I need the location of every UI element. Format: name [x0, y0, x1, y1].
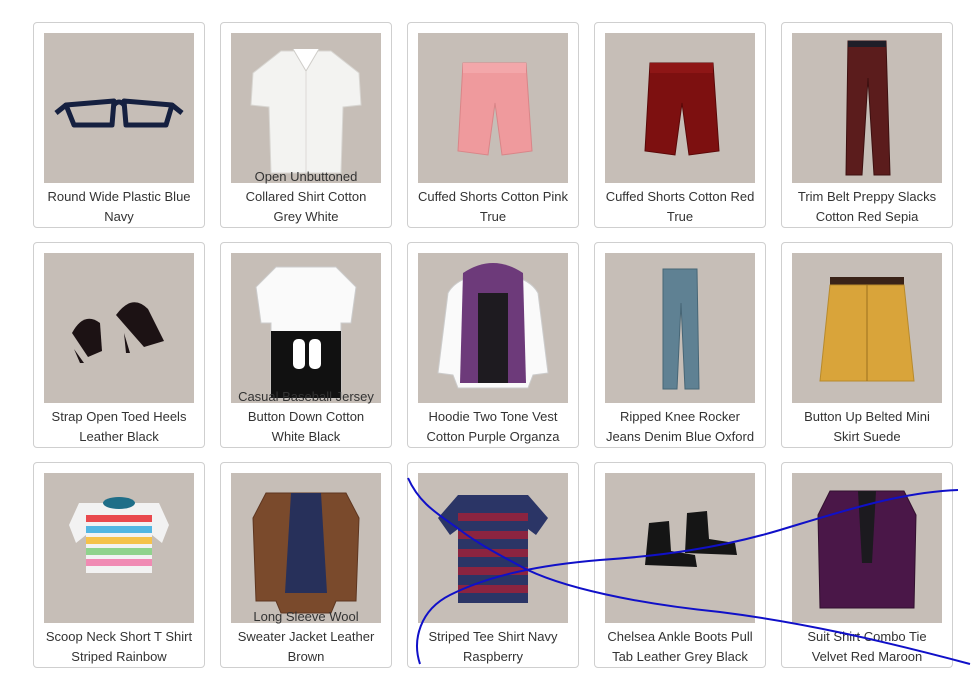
product-card[interactable]: Chelsea Ankle Boots Pull Tab Leather Grey… — [594, 462, 766, 668]
product-card[interactable]: Long Sleeve Wool Sweater Jacket Leather Br… — [220, 462, 392, 668]
caption-line: Tab Leather Grey Black — [612, 649, 748, 664]
clothing-grid: Round Wide Plastic Blue Navy Open Unbutto… — [0, 0, 971, 677]
product-card[interactable]: Scoop Neck Short T Shirt Striped Rainbow — [33, 462, 205, 668]
red-shorts-icon[interactable] — [605, 33, 755, 183]
heels-icon[interactable] — [44, 253, 194, 403]
product-card[interactable]: Cuffed Shorts Cotton Pink True — [407, 22, 579, 228]
product-card[interactable]: Cuffed Shorts Cotton Red True — [594, 22, 766, 228]
ripped-jeans-icon[interactable] — [605, 253, 755, 403]
product-caption: Striped Tee Shirt Navy Raspberry — [410, 627, 576, 667]
caption-line: Jeans Denim Blue Oxford — [605, 429, 755, 444]
product-card[interactable]: Button Up Belted Mini Skirt Suede — [781, 242, 953, 448]
glasses-icon[interactable] — [44, 33, 194, 183]
product-caption: Round Wide Plastic Blue Navy — [36, 187, 202, 227]
caption-line: Leather Black — [79, 429, 159, 444]
caption-line: Suit Shirt Combo Tie — [807, 629, 927, 644]
caption-line: Button Up Belted Mini — [804, 409, 930, 424]
product-caption: Ripped Knee Rocker Jeans Denim Blue Oxfor… — [597, 407, 763, 447]
product-card[interactable]: Trim Belt Preppy Slacks Cotton Red Sepia — [781, 22, 953, 228]
product-card[interactable]: Casual Baseball Jersey Button Down Cotton… — [220, 242, 392, 448]
caption-line: Collared Shirt Cotton — [245, 189, 367, 204]
caption-line: Velvet Red Maroon — [811, 649, 923, 664]
product-card[interactable]: Striped Tee Shirt Navy Raspberry — [407, 462, 579, 668]
caption-line: Long Sleeve Wool — [253, 609, 359, 624]
caption-line: Open Unbuttoned — [254, 169, 358, 184]
hoodie-vest-icon[interactable] — [418, 253, 568, 403]
product-card[interactable]: Open Unbuttoned Collared Shirt Cotton Grey… — [220, 22, 392, 228]
caption-line: Hoodie Two Tone Vest — [428, 409, 558, 424]
mini-skirt-icon[interactable] — [792, 253, 942, 403]
chelsea-boots-icon[interactable] — [605, 473, 755, 623]
product-caption: Cuffed Shorts Cotton Pink True — [410, 187, 576, 227]
caption-line: Cotton Red Sepia — [815, 209, 919, 224]
product-caption: Scoop Neck Short T Shirt Striped Rainbow — [36, 627, 202, 667]
caption-line: Grey White — [273, 209, 339, 224]
striped-tee-icon[interactable] — [418, 473, 568, 623]
caption-line: Chelsea Ankle Boots Pull — [607, 629, 753, 644]
product-card[interactable]: Suit Shirt Combo Tie Velvet Red Maroon — [781, 462, 953, 668]
caption-line: True — [666, 209, 694, 224]
product-caption: Strap Open Toed Heels Leather Black — [36, 407, 202, 447]
product-caption: Button Up Belted Mini Skirt Suede — [784, 407, 950, 447]
product-caption: Suit Shirt Combo Tie Velvet Red Maroon — [784, 627, 950, 667]
product-caption: Chelsea Ankle Boots Pull Tab Leather Grey… — [597, 627, 763, 667]
sweater-jacket-icon[interactable] — [231, 473, 381, 623]
velvet-suit-icon[interactable] — [792, 473, 942, 623]
caption-line: Navy — [104, 209, 134, 224]
caption-line: Ripped Knee Rocker — [620, 409, 740, 424]
caption-line: Scoop Neck Short T Shirt — [45, 629, 193, 644]
product-caption: Cuffed Shorts Cotton Red True — [597, 187, 763, 227]
product-caption: Open Unbuttoned Collared Shirt Cotton Grey… — [223, 167, 389, 227]
caption-line: Striped Tee Shirt Navy — [428, 629, 558, 644]
caption-line: Sweater Jacket Leather — [237, 629, 375, 644]
product-card[interactable]: Strap Open Toed Heels Leather Black — [33, 242, 205, 448]
caption-line: Round Wide Plastic Blue — [47, 189, 191, 204]
caption-line: Cuffed Shorts Cotton Pink — [417, 189, 569, 204]
caption-line: Cotton Purple Organza — [426, 429, 560, 444]
product-card[interactable]: Ripped Knee Rocker Jeans Denim Blue Oxfor… — [594, 242, 766, 448]
caption-line: Raspberry — [463, 649, 523, 664]
product-caption: Trim Belt Preppy Slacks Cotton Red Sepia — [784, 187, 950, 227]
caption-line: Brown — [287, 649, 325, 664]
product-caption: Long Sleeve Wool Sweater Jacket Leather Br… — [223, 607, 389, 667]
product-card[interactable]: Round Wide Plastic Blue Navy — [33, 22, 205, 228]
caption-line: Button Down Cotton — [247, 409, 365, 424]
caption-line: Striped Rainbow — [71, 649, 167, 664]
caption-line: Casual Baseball Jersey — [238, 389, 374, 404]
slacks-icon[interactable] — [792, 33, 942, 183]
caption-line: White Black — [271, 429, 341, 444]
caption-line: Skirt Suede — [833, 429, 901, 444]
collared-shirt-icon[interactable] — [231, 33, 381, 183]
product-caption: Casual Baseball Jersey Button Down Cotton… — [223, 387, 389, 447]
caption-line: Strap Open Toed Heels — [51, 409, 187, 424]
caption-line: Cuffed Shorts Cotton Red — [605, 189, 755, 204]
product-card[interactable]: Hoodie Two Tone Vest Cotton Purple Organz… — [407, 242, 579, 448]
product-caption: Hoodie Two Tone Vest Cotton Purple Organz… — [410, 407, 576, 447]
caption-line: True — [479, 209, 507, 224]
pink-shorts-icon[interactable] — [418, 33, 568, 183]
rainbow-crop-top-icon[interactable] — [44, 473, 194, 623]
caption-line: Trim Belt Preppy Slacks — [797, 189, 937, 204]
baseball-jersey-icon[interactable] — [231, 253, 381, 403]
